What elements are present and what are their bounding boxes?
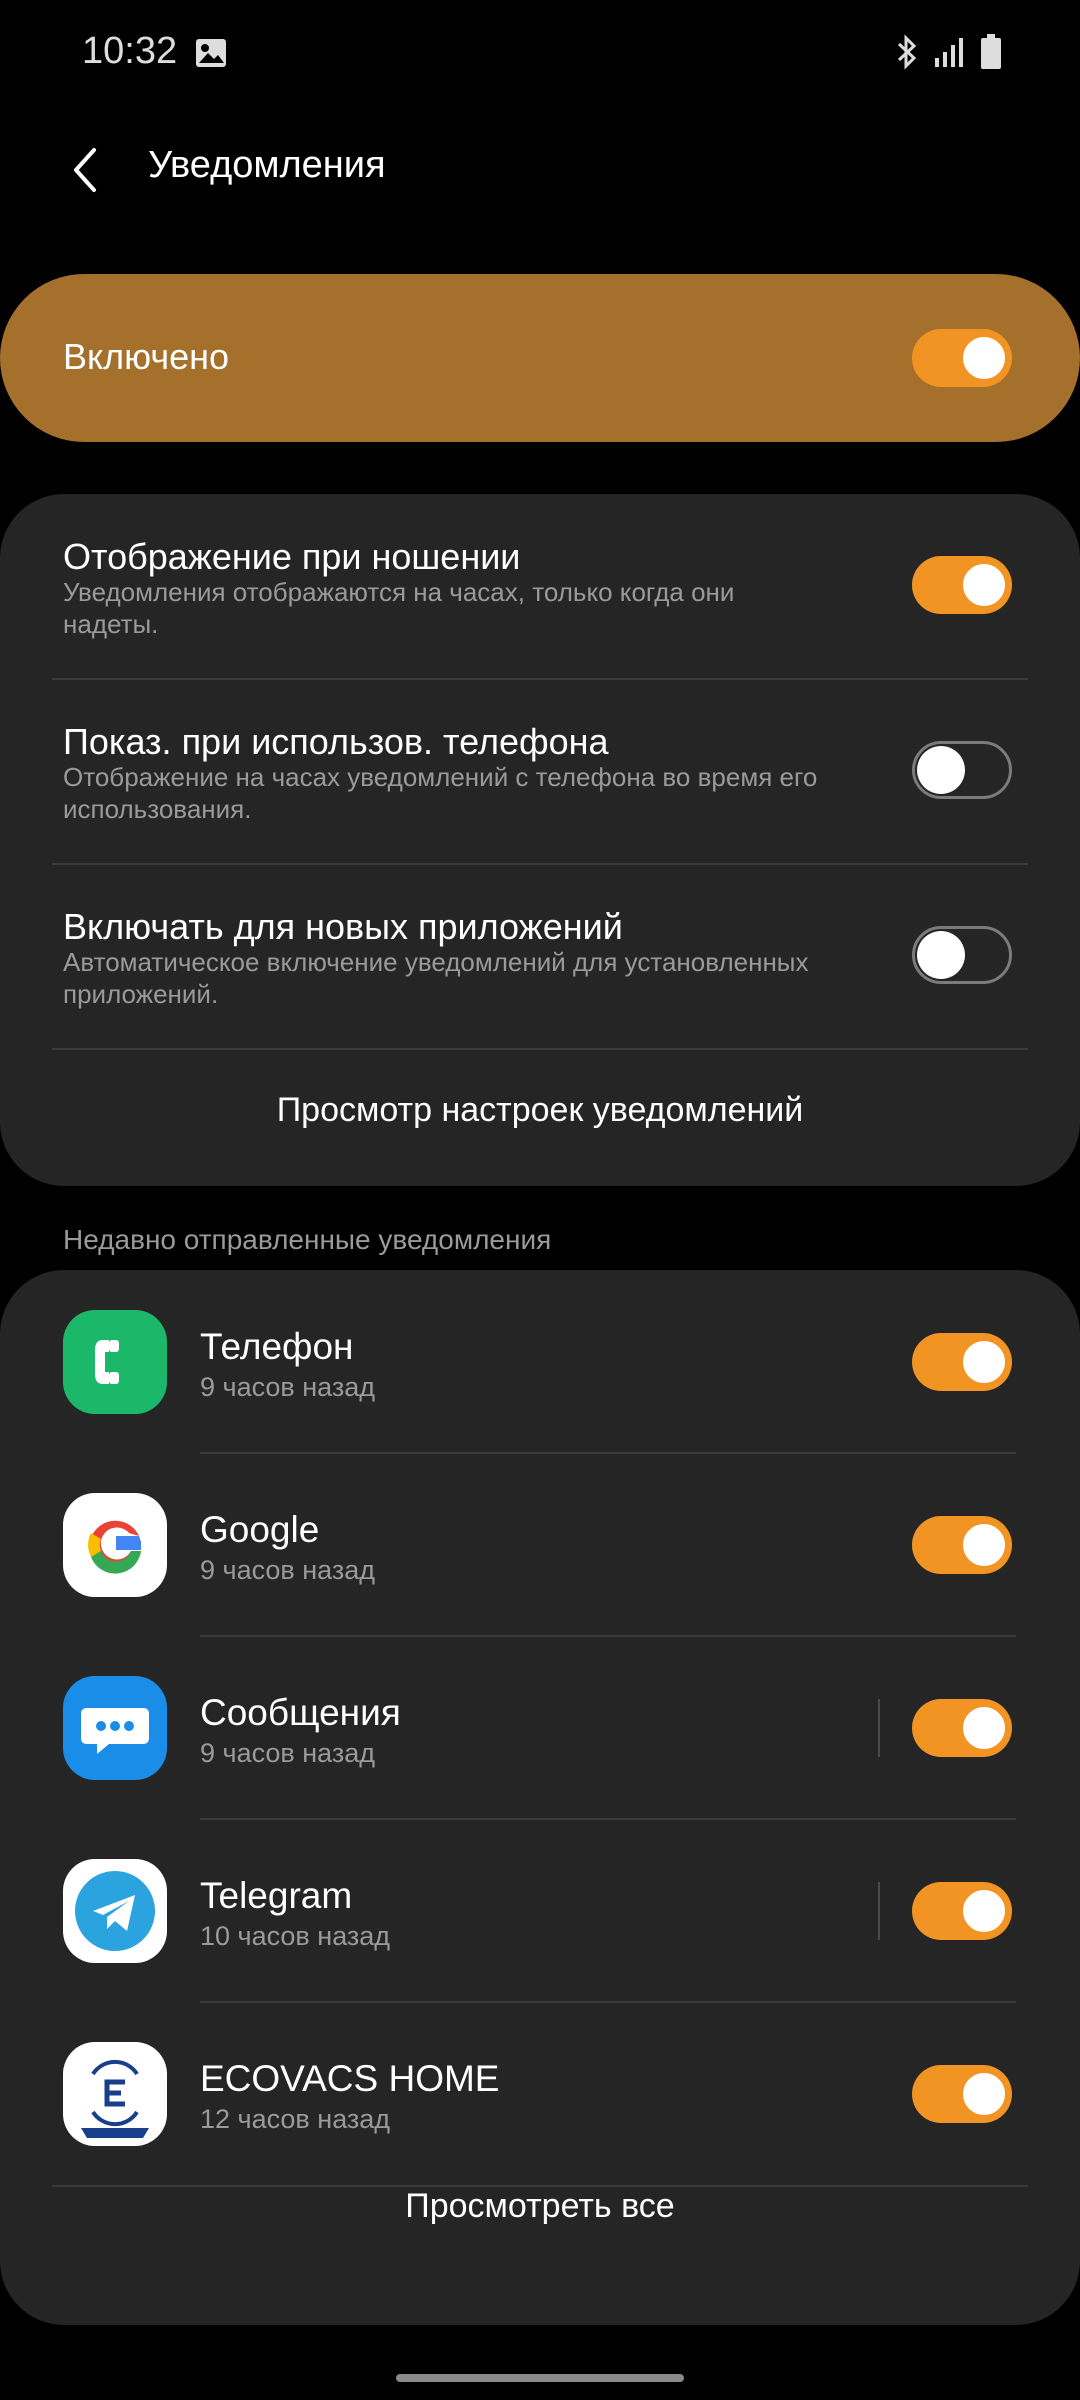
app-name: Сообщения [200, 1692, 401, 1733]
separator [878, 1699, 880, 1757]
master-toggle-label: Включено [63, 336, 230, 377]
app-row-phone[interactable]: Телефон 9 часов назад [0, 1270, 1080, 1454]
toggle-knob [960, 561, 1008, 609]
setting-title: Отображение при ношении [63, 536, 521, 577]
toggle-knob [960, 1887, 1008, 1935]
telegram-app-icon [63, 1859, 167, 1963]
google-app-toggle[interactable] [912, 1516, 1012, 1574]
setting-row-enable-for-new-apps[interactable]: Включать для новых приложений Автоматиче… [0, 864, 1080, 1049]
ecovacs-app-icon [63, 2042, 167, 2146]
master-toggle-row[interactable]: Включено [0, 274, 1080, 442]
app-time: 12 часов назад [200, 2104, 391, 2134]
status-bar: 10:32 [0, 0, 1080, 110]
view-all-button[interactable]: Просмотреть все [0, 2187, 1080, 2226]
home-indicator[interactable] [396, 2374, 684, 2382]
setting-description: Уведомления отображаются на часах, тольк… [63, 577, 735, 639]
page-title: Уведомления [148, 144, 386, 186]
phone-app-toggle[interactable] [912, 1333, 1012, 1391]
toggle-knob [960, 2070, 1008, 2118]
google-app-icon [63, 1493, 167, 1597]
app-row-messages[interactable]: Сообщения 9 часов назад [0, 1636, 1080, 1820]
app-time: 9 часов назад [200, 1738, 376, 1768]
app-name: Telegram [200, 1875, 353, 1916]
status-time: 10:32 [82, 30, 178, 72]
messages-app-toggle[interactable] [912, 1699, 1012, 1757]
separator [878, 1882, 880, 1940]
back-button[interactable] [52, 138, 116, 202]
phone-app-icon [63, 1310, 167, 1414]
view-notification-settings-link[interactable]: Просмотр настроек уведомлений [0, 1050, 1080, 1170]
recent-section-label: Недавно отправленные уведомления [63, 1224, 552, 1255]
messages-app-icon [63, 1676, 167, 1780]
app-name: Google [200, 1509, 320, 1550]
toggle-knob [917, 931, 965, 979]
toggle-knob [960, 334, 1008, 382]
enable-for-new-apps-toggle[interactable] [912, 926, 1012, 984]
status-icons [894, 34, 1002, 75]
bluetooth-icon [894, 34, 920, 75]
setting-description: Автоматическое включение уведомлений для… [63, 947, 809, 1009]
telegram-app-toggle[interactable] [912, 1882, 1012, 1940]
gallery-icon [195, 38, 227, 73]
app-name: Телефон [200, 1326, 354, 1367]
setting-description: Отображение на часах уведомлений с телеф… [63, 762, 818, 824]
show-while-using-phone-toggle[interactable] [912, 741, 1012, 799]
setting-row-show-while-using-phone[interactable]: Показ. при использов. телефона Отображен… [0, 679, 1080, 864]
app-time: 9 часов назад [200, 1555, 376, 1585]
app-time: 10 часов назад [200, 1921, 391, 1951]
app-row-google[interactable]: Google 9 часов назад [0, 1453, 1080, 1637]
ecovacs-app-toggle[interactable] [912, 2065, 1012, 2123]
master-toggle-switch[interactable] [912, 329, 1012, 387]
app-name: ECOVACS HOME [200, 2058, 500, 2099]
setting-title: Включать для новых приложений [63, 906, 623, 947]
settings-card: Отображение при ношении Уведомления отоб… [0, 494, 1080, 1186]
setting-row-show-when-worn[interactable]: Отображение при ношении Уведомления отоб… [0, 494, 1080, 679]
battery-icon [980, 34, 1002, 75]
show-when-worn-toggle[interactable] [912, 556, 1012, 614]
toggle-knob [960, 1521, 1008, 1569]
setting-title: Показ. при использов. телефона [63, 721, 609, 762]
app-time: 9 часов назад [200, 1372, 376, 1402]
toggle-knob [917, 746, 965, 794]
recent-apps-card: Телефон 9 часов назад Google 9 часов наз… [0, 1270, 1080, 2325]
chevron-left-icon [74, 148, 96, 192]
toggle-knob [960, 1704, 1008, 1752]
header: Уведомления [0, 120, 1080, 220]
app-row-telegram[interactable]: Telegram 10 часов назад [0, 1819, 1080, 2003]
app-row-ecovacs[interactable]: ECOVACS HOME 12 часов назад [0, 2002, 1080, 2185]
screen: 10:32 Уведомления Включено Отображение п… [0, 0, 1080, 2400]
signal-icon [934, 36, 966, 73]
toggle-knob [960, 1338, 1008, 1386]
